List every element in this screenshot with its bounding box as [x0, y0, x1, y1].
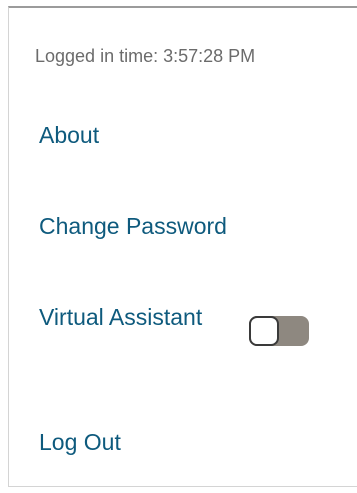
- change-password-link[interactable]: Change Password: [39, 213, 227, 240]
- toggle-knob: [249, 316, 279, 346]
- about-link[interactable]: About: [39, 122, 99, 149]
- log-out-link[interactable]: Log Out: [39, 429, 121, 456]
- virtual-assistant-link[interactable]: Virtual Assistant: [39, 304, 202, 331]
- user-menu: Logged in time: 3:57:28 PM About Change …: [8, 6, 357, 487]
- virtual-assistant-toggle[interactable]: [249, 316, 309, 346]
- logged-in-time: Logged in time: 3:57:28 PM: [35, 46, 256, 66]
